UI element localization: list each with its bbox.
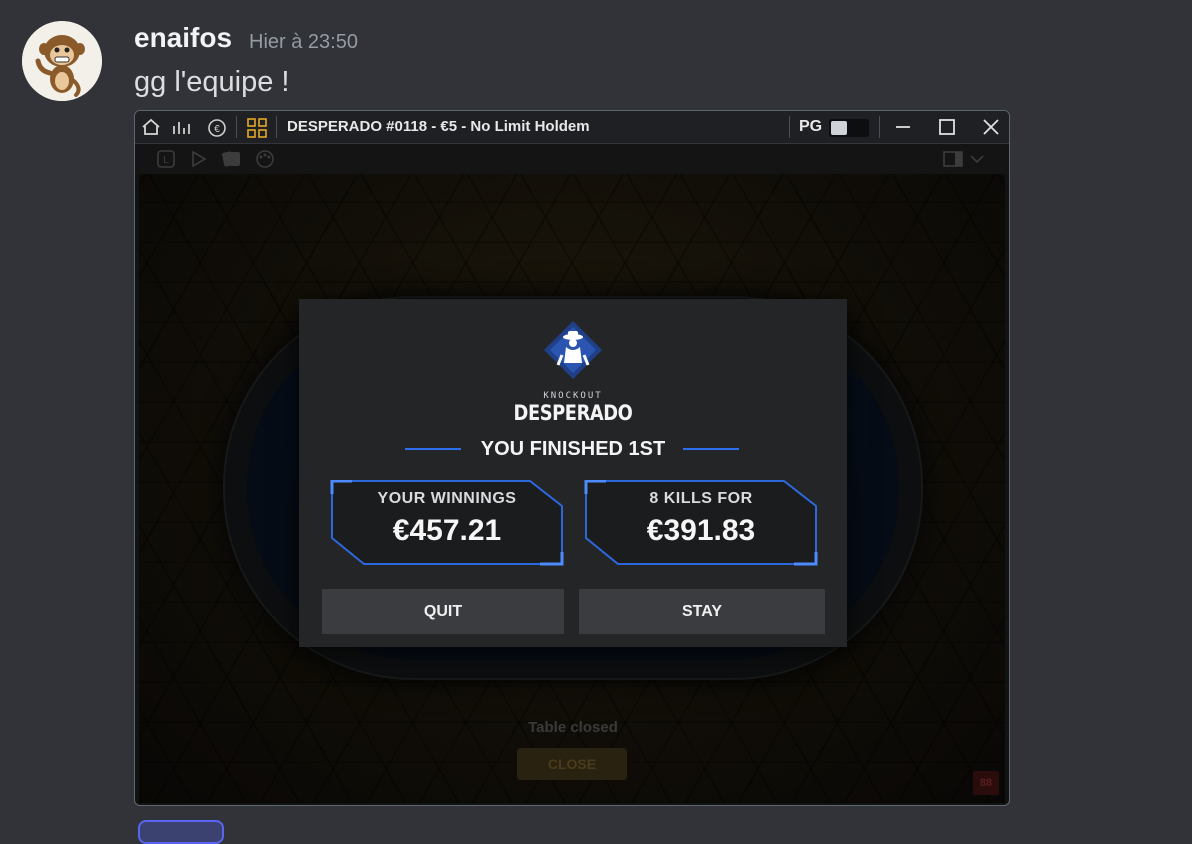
knockout-desperado-logo: KNOCKOUT DESPERADO: [299, 319, 847, 429]
finish-position-heading: YOU FINISHED 1ST: [480, 438, 666, 460]
window-title: DESPERADO #0118 - €5 - No Limit Holdem: [287, 118, 590, 135]
pg-label: PG: [799, 118, 823, 135]
cards-icon[interactable]: [221, 149, 243, 169]
cashier-icon[interactable]: €: [207, 118, 227, 138]
winnings-value: €457.21: [392, 514, 502, 547]
message-timestamp: Hier à 23:50: [249, 31, 358, 53]
window-titlebar: € DESPERADO #0118 - €5 - No Limit Holdem…: [135, 111, 1009, 144]
palette-icon[interactable]: [255, 150, 275, 168]
close-icon[interactable]: [981, 117, 1001, 137]
logo-desperado-text: DESPERADO: [513, 401, 633, 425]
winnings-box: YOUR WINNINGS €457.21: [330, 480, 564, 566]
stats-icon[interactable]: [171, 118, 195, 136]
corner-badge: 88: [973, 771, 999, 795]
home-icon[interactable]: [141, 118, 161, 136]
pg-toggle[interactable]: [829, 119, 869, 137]
lobby-grid-icon[interactable]: [247, 118, 267, 138]
play-icon[interactable]: [191, 150, 207, 168]
svg-text:L: L: [163, 155, 169, 166]
message-username[interactable]: enaifos: [134, 22, 232, 54]
panel-icon[interactable]: [943, 151, 963, 167]
close-table-button[interactable]: CLOSE: [517, 748, 627, 780]
winnings-label: YOUR WINNINGS: [377, 490, 517, 507]
layout-icon[interactable]: L: [157, 150, 175, 168]
maximize-icon[interactable]: [937, 117, 957, 137]
stay-button[interactable]: STAY: [579, 589, 825, 634]
chevron-down-icon[interactable]: [969, 153, 985, 165]
user-avatar[interactable]: [22, 21, 102, 101]
kills-label: 8 KILLS FOR: [649, 490, 753, 507]
table-toolbar: L: [135, 144, 1009, 174]
svg-text:€: €: [214, 124, 220, 135]
attached-screenshot[interactable]: € DESPERADO #0118 - €5 - No Limit Holdem…: [134, 110, 1010, 806]
desperado-logo-icon: [544, 321, 602, 379]
message-text: gg l'equipe !: [134, 66, 290, 98]
quit-button[interactable]: QUIT: [322, 589, 564, 634]
kills-box: 8 KILLS FOR €391.83: [584, 480, 818, 566]
tournament-result-dialog: KNOCKOUT DESPERADO YOU FINISHED 1ST YOUR…: [299, 299, 847, 647]
table-closed-text: Table closed: [528, 719, 618, 736]
minimize-icon[interactable]: [893, 117, 913, 137]
kills-value: €391.83: [646, 514, 756, 547]
reaction-button[interactable]: [138, 820, 224, 844]
logo-knockout-text: KNOCKOUT: [543, 391, 603, 401]
